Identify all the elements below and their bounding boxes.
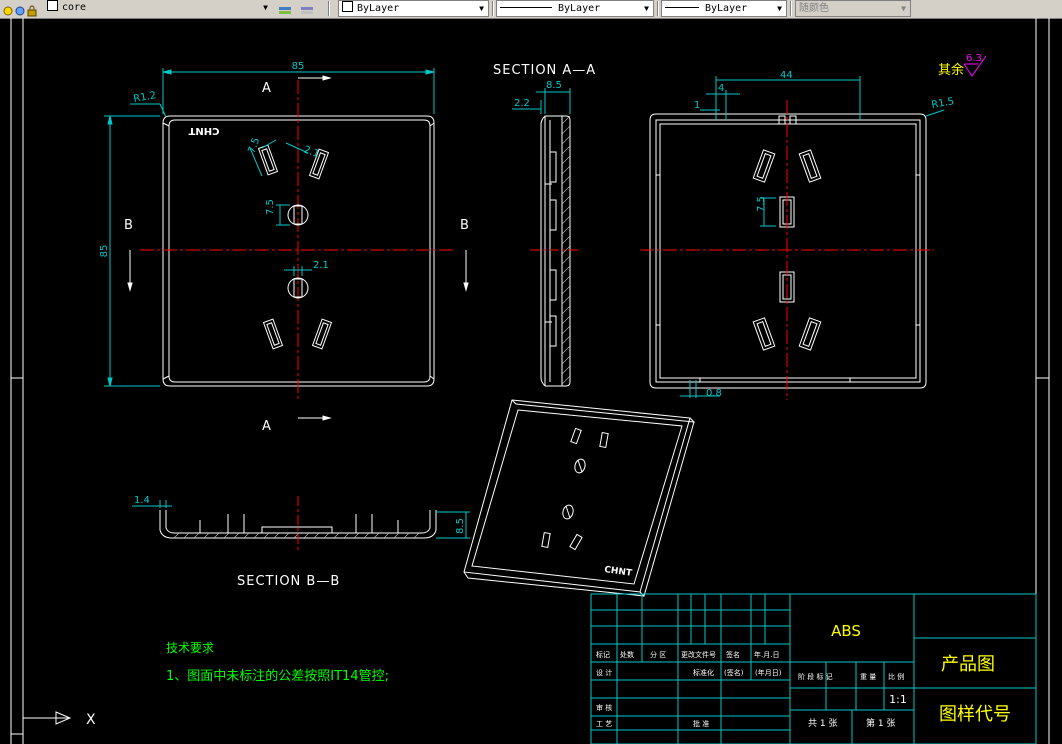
tb-header-4: 签名 xyxy=(726,650,740,659)
section-aa-thickness: 8.5 xyxy=(546,80,562,91)
front-radius-dim: R1.2 xyxy=(133,90,157,105)
tb-header-1: 处数 xyxy=(620,650,634,659)
section-bb-view: 1.4 8.5 SECTION B—B xyxy=(132,495,470,589)
section-aa-title: SECTION A—A xyxy=(493,63,596,78)
color-dropdown[interactable]: ByLayer ▼ xyxy=(338,0,489,17)
linetype-preview xyxy=(500,7,552,8)
cut-label-left: B xyxy=(124,218,133,233)
plotstyle-value: 随颜色 xyxy=(799,3,829,14)
front-height-dim: 85 xyxy=(99,245,110,258)
front-width-dim: 85 xyxy=(292,61,305,72)
plotstyle-dropdown[interactable]: 随颜色 ▼ xyxy=(795,0,911,17)
back-centerlines xyxy=(640,100,934,400)
tb-material: ABS xyxy=(831,622,861,640)
properties-toolbar: core ▼ ByLayer ▼ ByLayer ▼ ByLayer ▼ 随颜色… xyxy=(0,0,1062,19)
back-bottom-dim: 0.8 xyxy=(706,388,722,399)
linetype-value: ByLayer xyxy=(558,3,601,14)
make-current-layer-icon[interactable] xyxy=(278,2,291,14)
roughness-label: 其余 xyxy=(938,62,964,78)
chevron-down-icon[interactable]: ▼ xyxy=(640,1,653,16)
freeze-icon[interactable] xyxy=(14,2,26,16)
chevron-down-icon[interactable]: ▼ xyxy=(475,1,488,16)
cut-label-top: A xyxy=(262,81,271,96)
layer-previous-icon[interactable] xyxy=(300,2,313,14)
chevron-down-icon[interactable]: ▼ xyxy=(897,1,910,16)
tb-signature-label: (签名) xyxy=(724,668,744,677)
section-bb-wall: 1.4 xyxy=(134,495,150,506)
front-centerlines xyxy=(140,80,456,402)
section-bb-title: SECTION B—B xyxy=(237,574,340,589)
tb-date-label: (年月日) xyxy=(755,668,782,677)
layer-dropdown[interactable]: core ▼ xyxy=(44,0,272,17)
front-center-dim: 2.1 xyxy=(313,260,329,271)
chevron-down-icon[interactable]: ▼ xyxy=(773,1,786,16)
separator xyxy=(492,1,494,16)
notes-heading: 技术要求 xyxy=(166,641,214,655)
back-radius-dim: R1.5 xyxy=(931,96,955,111)
back-rib-dim: 1 xyxy=(694,100,700,111)
socket-slots xyxy=(257,144,333,350)
back-view: 44 4 1 R1.5 7.5 0.8 xyxy=(640,70,955,400)
lineweight-value: ByLayer xyxy=(705,3,748,14)
isometric-view: CHNT xyxy=(463,399,696,597)
tb-design-label: 设 计 xyxy=(596,668,612,677)
tb-standardize-label: 标准化 xyxy=(693,668,714,677)
iso-logo: CHNT xyxy=(604,565,634,579)
slot-top-left xyxy=(257,144,279,176)
tb-header-3: 更改文件号 xyxy=(681,650,716,659)
separator xyxy=(790,1,792,16)
lock-icon[interactable] xyxy=(26,2,38,17)
back-small-dim: 4 xyxy=(718,83,724,94)
tb-header-0: 标记 xyxy=(596,650,610,659)
lineweight-preview xyxy=(665,7,699,8)
section-aa-view: SECTION A—A 8.5 2.2 xyxy=(493,63,596,387)
tb-ratio-label: 比 例 xyxy=(888,672,904,681)
slot-bottom-left xyxy=(262,318,284,350)
front-view: CHNT 85 85 R1.2 7.5 2.1 7.5 2.1 A A B B xyxy=(99,61,469,434)
separator xyxy=(657,1,659,16)
back-span-dim: 44 xyxy=(780,70,793,81)
drawing-frame xyxy=(10,18,1050,744)
linetype-dropdown[interactable]: ByLayer ▼ xyxy=(496,0,654,17)
notes-line1: 1、图面中未标注的公差按照IT14管控; xyxy=(166,668,389,684)
tb-approve-label: 批 准 xyxy=(693,719,709,728)
section-bb-hatch xyxy=(173,532,420,539)
color-swatch xyxy=(342,1,353,12)
separator xyxy=(328,1,330,16)
tb-header-5: 年.月.日 xyxy=(754,650,779,659)
chevron-down-icon[interactable]: ▼ xyxy=(259,0,272,15)
layer-value: core xyxy=(62,2,87,13)
lineweight-dropdown[interactable]: ByLayer ▼ xyxy=(661,0,787,17)
roughness-value: 6.3 xyxy=(966,53,982,64)
tb-header-2: 分 区 xyxy=(650,650,666,659)
section-aa-wall: 2.2 xyxy=(514,98,530,109)
tb-sheets-total: 共 1 张 xyxy=(808,718,837,729)
drawing-canvas[interactable]: CHNT 85 85 R1.2 7.5 2.1 7.5 2.1 A A B B … xyxy=(0,18,1062,744)
tb-weight-label: 重 量 xyxy=(860,673,876,681)
tb-sheet-no: 第 1 张 xyxy=(866,717,895,729)
color-value: ByLayer xyxy=(357,3,400,14)
ucs-icon: X xyxy=(23,711,96,728)
layer-state-icon[interactable] xyxy=(2,2,14,16)
tb-drawing-code: 图样代号 xyxy=(939,704,1011,725)
tb-product-name: 产品图 xyxy=(941,654,995,675)
tb-review-label: 审 核 xyxy=(596,703,612,712)
tb-stage-label: 阶 段 标 记 xyxy=(798,672,833,681)
tb-scale: 1:1 xyxy=(889,693,907,706)
cut-label-right: B xyxy=(460,218,469,233)
tb-process-label: 工 艺 xyxy=(596,720,612,728)
cut-label-bottom: A xyxy=(262,419,271,434)
section-bb-height: 8.5 xyxy=(455,518,466,534)
back-slot-dim: 7.5 xyxy=(756,196,767,212)
ucs-x-label: X xyxy=(86,712,96,728)
slot-bottom-right xyxy=(311,318,333,350)
layer-color-swatch xyxy=(47,0,58,11)
roughness-symbol: 其余 6.3 xyxy=(938,53,987,78)
front-round-slot-dim: 7.5 xyxy=(265,199,276,215)
front-logo: CHNT xyxy=(188,125,219,136)
technical-notes: 技术要求 1、图面中未标注的公差按照IT14管控; xyxy=(166,641,389,684)
front-slot-dim-b: 2.1 xyxy=(302,144,321,160)
